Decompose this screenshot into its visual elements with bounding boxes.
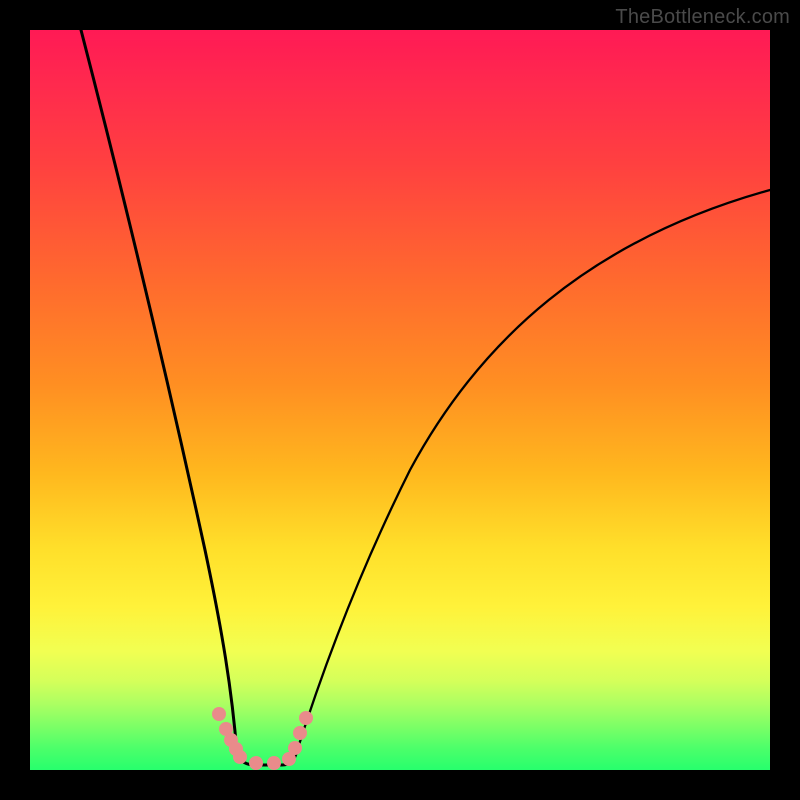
marker-dot (233, 750, 247, 764)
marker-dot (212, 707, 226, 721)
attribution-label: TheBottleneck.com (615, 6, 790, 29)
marker-dot (249, 756, 263, 770)
chart-svg (30, 30, 770, 770)
curve-right-branch (296, 190, 770, 754)
marker-group (212, 707, 313, 770)
marker-dot (288, 741, 302, 755)
marker-dot (293, 726, 307, 740)
chart-stage: TheBottleneck.com (0, 0, 800, 800)
marker-dot (299, 711, 313, 725)
curve-left-branch (81, 30, 237, 754)
marker-dot (267, 756, 281, 770)
